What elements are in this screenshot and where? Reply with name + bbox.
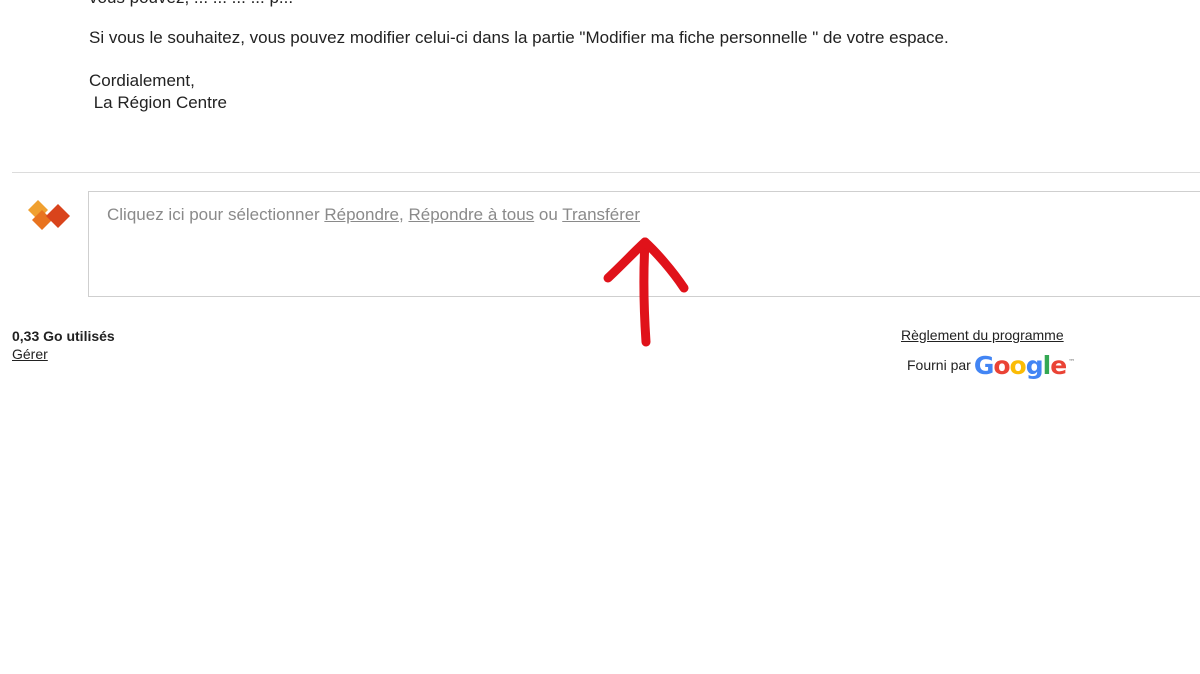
reply-link[interactable]: Répondre: [324, 205, 399, 224]
email-body-partial-line: vous pouvez, ... ... ... ... p...: [89, 0, 293, 9]
forward-link[interactable]: Transférer: [562, 205, 640, 224]
gmail-message-view: vous pouvez, ... ... ... ... p... Si vou…: [0, 0, 1200, 674]
sender-avatar-icon: [24, 200, 70, 230]
reply-all-link[interactable]: Répondre à tous: [408, 205, 534, 224]
reply-prompt-text: Cliquez ici pour sélectionner: [107, 205, 325, 224]
program-rules-link[interactable]: Règlement du programme: [901, 327, 1064, 343]
email-closing: Cordialement,: [89, 71, 195, 90]
storage-used-text: 0,33 Go utilisés: [12, 328, 115, 344]
red-arrow-up-icon: [603, 237, 689, 347]
reply-prompt: Cliquez ici pour sélectionner Répondre, …: [107, 205, 640, 225]
manage-storage-link[interactable]: Gérer: [12, 345, 115, 363]
powered-by-google: Fourni par Google ™: [907, 348, 1075, 382]
message-divider: [12, 172, 1200, 173]
reply-separator-or: ou: [534, 205, 563, 224]
storage-info: 0,33 Go utilisés Gérer: [12, 327, 115, 363]
powered-by-label: Fourni par: [907, 357, 971, 373]
google-logo-icon: Google ™: [973, 350, 1075, 380]
email-body-modify-text: Si vous le souhaitez, vous pouvez modifi…: [89, 28, 949, 47]
email-signature: La Région Centre: [89, 93, 227, 112]
